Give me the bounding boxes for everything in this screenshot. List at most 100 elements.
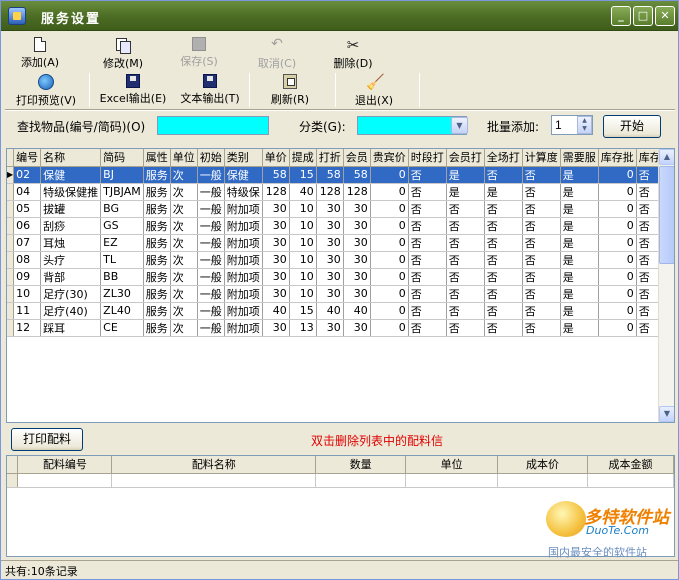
table-cell[interactable]: 否 — [484, 234, 523, 252]
table-cell[interactable]: 0 — [598, 285, 637, 303]
refresh-button[interactable]: 刷新(R) — [263, 72, 317, 108]
table-cell[interactable]: 次 — [170, 217, 198, 235]
table-cell[interactable]: 否 — [484, 166, 523, 184]
print-preview-button[interactable]: 打印预览(V) — [7, 72, 85, 108]
column-header[interactable]: 会员打 — [446, 149, 485, 167]
table-cell[interactable]: 0 — [370, 166, 409, 184]
table-cell[interactable]: 附加项 — [224, 268, 263, 286]
table-cell[interactable]: 30 — [316, 217, 344, 235]
table-cell[interactable]: 30 — [316, 319, 344, 337]
table-cell[interactable]: 30 — [262, 319, 290, 337]
table-cell[interactable]: 是 — [560, 319, 599, 337]
table-cell[interactable]: TL — [100, 251, 144, 269]
column-header[interactable]: 会员 — [343, 149, 371, 167]
table-cell[interactable]: 否 — [408, 268, 447, 286]
table-cell[interactable]: 否 — [446, 200, 485, 218]
excel-export-button[interactable]: Excel输出(E) — [95, 72, 171, 108]
table-cell[interactable]: 30 — [343, 234, 371, 252]
table-cell[interactable]: 是 — [560, 183, 599, 201]
services-grid[interactable]: 编号 名称 简码 属性 单位 初始 类别 单价 提成 打折 会员 贵宾价 时段打 会员打 全场打 计算度 需要服… — [6, 148, 675, 423]
table-cell[interactable]: BB — [100, 268, 144, 286]
column-header[interactable]: 计算度 — [522, 149, 561, 167]
table-cell[interactable]: 是 — [484, 183, 523, 201]
table-cell[interactable]: 次 — [170, 166, 198, 184]
table-cell[interactable]: 次 — [170, 285, 198, 303]
table-cell[interactable]: 30 — [343, 285, 371, 303]
column-header[interactable]: 名称 — [40, 149, 102, 167]
table-cell[interactable]: BG — [100, 200, 144, 218]
table-cell[interactable]: 次 — [170, 200, 198, 218]
table-cell[interactable]: 否 — [446, 217, 485, 235]
exit-button[interactable]: 🧹 退出(X) — [347, 72, 401, 108]
table-cell[interactable]: 否 — [446, 302, 485, 320]
column-header[interactable]: 打折 — [316, 149, 344, 167]
table-row[interactable]: 08 头疗 TL 服务次一般 附加项 30 10 30 30 0 否否否否是 0 否 — [7, 251, 674, 269]
table-cell[interactable]: 附加项 — [224, 200, 263, 218]
table-cell[interactable]: 一般 — [197, 251, 225, 269]
table-cell[interactable]: 06 — [13, 217, 42, 235]
close-button[interactable]: ✕ — [655, 6, 675, 26]
column-header[interactable]: 单价 — [262, 149, 290, 167]
table-cell[interactable]: 一般 — [197, 200, 225, 218]
table-cell[interactable]: 0 — [598, 200, 637, 218]
table-cell[interactable]: 0 — [370, 183, 409, 201]
table-cell[interactable]: 拔罐 — [40, 200, 102, 218]
table-cell[interactable]: 次 — [170, 183, 198, 201]
table-cell[interactable]: 30 — [262, 200, 290, 218]
table-cell[interactable]: 10 — [289, 285, 317, 303]
table-cell[interactable]: 02 — [13, 166, 42, 184]
scroll-down-icon[interactable]: ▼ — [659, 406, 674, 422]
chevron-down-icon[interactable]: ▼ — [451, 117, 468, 134]
table-cell[interactable]: 128 — [262, 183, 290, 201]
table-cell[interactable]: 否 — [522, 166, 561, 184]
column-header[interactable]: 配料编号 — [17, 456, 113, 474]
table-cell[interactable]: 0 — [370, 319, 409, 337]
table-cell[interactable]: 否 — [446, 234, 485, 252]
table-cell[interactable]: 特级保健推 — [40, 183, 102, 201]
column-header[interactable]: 单位 — [405, 456, 499, 474]
table-row[interactable]: ▶ 02 保健 BJ 服务次一般 保健 58 15 58 58 0 否是否否是 0 否 — [7, 166, 674, 184]
table-cell[interactable]: 附加项 — [224, 217, 263, 235]
table-cell[interactable]: BJ — [100, 166, 144, 184]
table-cell[interactable]: 足疗(30) — [40, 285, 102, 303]
table-cell[interactable]: 否 — [522, 302, 561, 320]
table-cell[interactable]: 服务 — [143, 319, 171, 337]
table-cell[interactable]: 是 — [446, 166, 485, 184]
table-cell[interactable]: 30 — [343, 200, 371, 218]
table-cell[interactable]: 服务 — [143, 251, 171, 269]
table-cell[interactable]: 踩耳 — [40, 319, 102, 337]
table-cell[interactable]: 否 — [484, 285, 523, 303]
table-cell[interactable]: 服务 — [143, 285, 171, 303]
table-cell[interactable]: 13 — [289, 319, 317, 337]
table-cell[interactable]: ZL40 — [100, 302, 144, 320]
table-cell[interactable]: 30 — [343, 217, 371, 235]
table-row[interactable]: 10 足疗(30) ZL30 服务次一般 附加项 30 10 30 30 0 否否否否是 0 否 — [7, 285, 674, 303]
table-cell[interactable]: 否 — [408, 234, 447, 252]
table-cell[interactable]: 05 — [13, 200, 42, 218]
table-cell[interactable]: 128 — [316, 183, 344, 201]
table-cell[interactable]: 是 — [446, 183, 485, 201]
minimize-button[interactable]: _ — [611, 6, 631, 26]
column-header[interactable]: 库存批 — [598, 149, 637, 167]
column-header[interactable]: 单位 — [170, 149, 198, 167]
table-cell[interactable]: 是 — [560, 302, 599, 320]
table-cell[interactable]: 一般 — [197, 166, 225, 184]
table-row[interactable]: 12 踩耳 CE 服务次一般 附加项 30 13 30 30 0 否否否否是 0 否 — [7, 319, 674, 337]
table-cell[interactable]: 附加项 — [224, 302, 263, 320]
modify-button[interactable]: 修改(M) — [93, 35, 153, 71]
table-cell[interactable]: EZ — [100, 234, 144, 252]
column-header[interactable]: 属性 — [143, 149, 171, 167]
table-cell[interactable]: 背部 — [40, 268, 102, 286]
table-cell[interactable]: 是 — [560, 251, 599, 269]
table-cell[interactable]: 否 — [446, 285, 485, 303]
table-cell[interactable]: 40 — [343, 302, 371, 320]
table-cell[interactable]: 否 — [446, 251, 485, 269]
table-cell[interactable]: 09 — [13, 268, 42, 286]
table-cell[interactable]: 次 — [170, 268, 198, 286]
table-row[interactable]: 07 耳烛 EZ 服务次一般 附加项 30 10 30 30 0 否否否否是 0 否 — [7, 234, 674, 252]
maximize-button[interactable]: □ — [633, 6, 653, 26]
table-cell[interactable]: 30 — [316, 268, 344, 286]
table-cell[interactable]: 15 — [289, 302, 317, 320]
table-cell[interactable]: 一般 — [197, 183, 225, 201]
table-row[interactable]: 04 特级保健推 TJBJAM 服务次一般 特级保 128 40 128 128 0 否是是否是 0 否 — [7, 183, 674, 201]
